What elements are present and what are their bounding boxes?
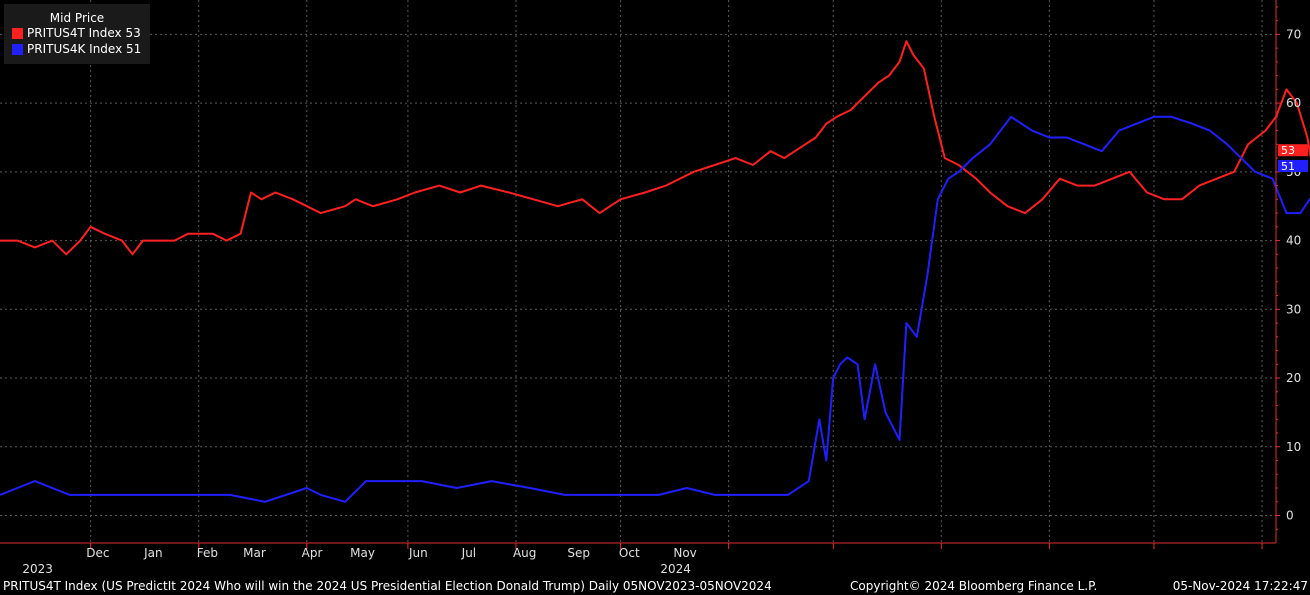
chart-grid bbox=[0, 0, 1276, 543]
footer: PRITUS4T Index (US PredictIt 2024 Who wi… bbox=[0, 578, 1310, 595]
legend-swatch-red bbox=[12, 27, 23, 39]
y-tick-label: 10 bbox=[1286, 440, 1301, 454]
y-tick-label: 70 bbox=[1286, 27, 1301, 41]
price-chart: 010203040506070DecJanFebMarAprMayJunJulA… bbox=[0, 0, 1310, 576]
chart-series bbox=[0, 40, 1310, 503]
x-tick-label: Dec bbox=[86, 546, 109, 560]
legend-value: 53 bbox=[125, 26, 141, 40]
chart-axes: 010203040506070DecJanFebMarAprMayJunJulA… bbox=[0, 0, 1308, 576]
legend-entry-harris: PRITUS4K Index 51 bbox=[12, 41, 150, 57]
legend-title: Mid Price bbox=[49, 11, 105, 25]
legend-value: 51 bbox=[126, 42, 142, 56]
footer-copyright: Copyright© 2024 Bloomberg Finance L.P. bbox=[850, 579, 1098, 593]
last-value-label: 53 bbox=[1281, 144, 1295, 157]
last-value-label: 51 bbox=[1281, 160, 1295, 173]
x-tick-label: Nov bbox=[673, 546, 696, 560]
legend-swatch-blue bbox=[12, 43, 23, 55]
x-tick-label: Jun bbox=[408, 546, 428, 560]
y-tick-label: 30 bbox=[1286, 302, 1301, 316]
series-line-trump bbox=[0, 40, 1310, 256]
year-label: 2023 bbox=[22, 562, 53, 576]
legend-label: PRITUS4K Index bbox=[27, 42, 123, 56]
x-tick-label: Mar bbox=[243, 546, 266, 560]
x-tick-label: Sep bbox=[567, 546, 590, 560]
x-tick-label: May bbox=[350, 546, 375, 560]
y-tick-label: 20 bbox=[1286, 371, 1301, 385]
legend-label: PRITUS4T Index bbox=[27, 26, 122, 40]
legend: Mid Price PRITUS4T Index 53 PRITUS4K Ind… bbox=[4, 4, 150, 64]
footer-description: PRITUS4T Index (US PredictIt 2024 Who wi… bbox=[3, 579, 772, 593]
x-tick-label: Apr bbox=[302, 546, 323, 560]
legend-entry-trump: PRITUS4T Index 53 bbox=[12, 25, 150, 41]
x-tick-label: Feb bbox=[197, 546, 218, 560]
year-label: 2024 bbox=[660, 562, 691, 576]
x-tick-label: Jan bbox=[143, 546, 163, 560]
y-tick-label: 40 bbox=[1286, 234, 1301, 248]
x-tick-label: Aug bbox=[513, 546, 536, 560]
x-tick-label: Jul bbox=[461, 546, 476, 560]
y-tick-label: 60 bbox=[1286, 96, 1301, 110]
x-tick-label: Oct bbox=[619, 546, 640, 560]
footer-timestamp: 05-Nov-2024 17:22:47 bbox=[1172, 579, 1308, 593]
y-tick-label: 0 bbox=[1286, 509, 1294, 523]
